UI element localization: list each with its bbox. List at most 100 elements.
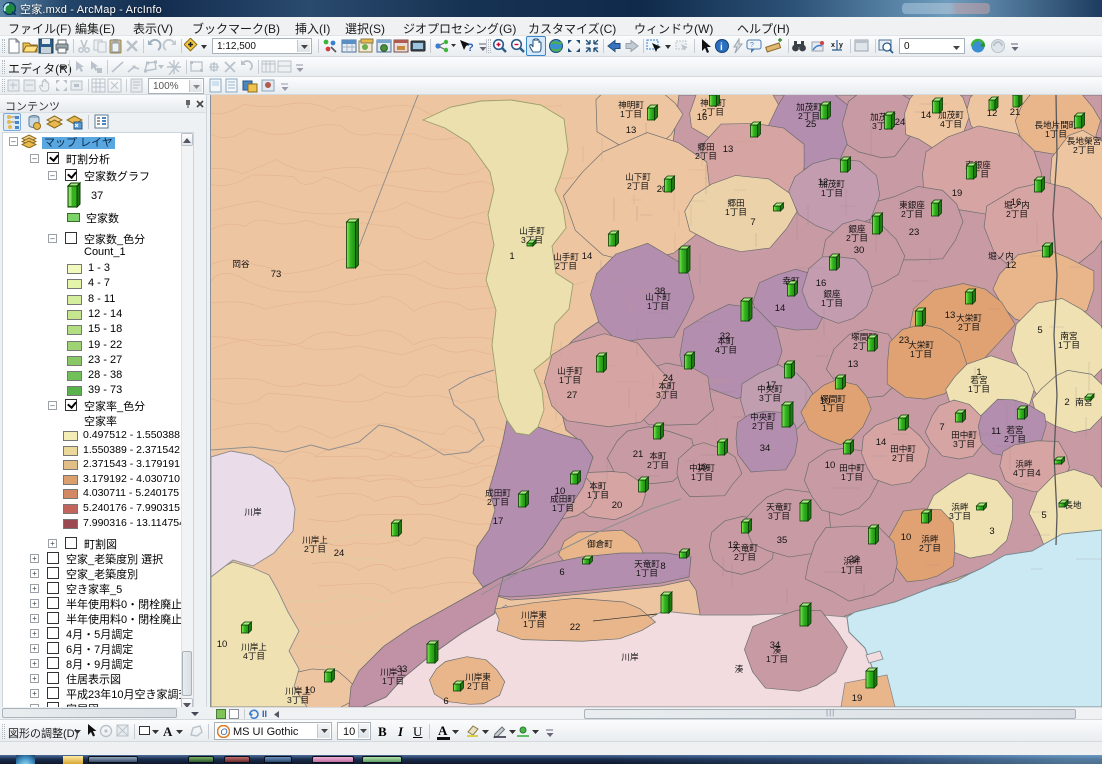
svg-text:32: 32 — [720, 331, 731, 342]
svg-text:川岸上2丁目: 川岸上2丁目 — [302, 535, 328, 554]
svg-text:10: 10 — [555, 486, 566, 497]
svg-text:御倉町: 御倉町 — [587, 538, 613, 549]
svg-text:11: 11 — [991, 426, 1001, 437]
svg-text:12: 12 — [728, 540, 739, 551]
svg-text:神明町1丁目: 神明町1丁目 — [618, 99, 644, 119]
svg-text:73: 73 — [271, 269, 282, 280]
svg-text:5: 5 — [1041, 510, 1046, 521]
svg-text:本町2丁目: 本町2丁目 — [647, 450, 669, 470]
svg-text:x: x — [831, 42, 835, 49]
svg-text:14: 14 — [582, 251, 593, 262]
svg-text:浜畔3丁目: 浜畔3丁目 — [949, 501, 971, 521]
svg-text:24: 24 — [895, 117, 906, 128]
svg-text:19: 19 — [852, 693, 863, 704]
svg-text:田中町3丁目: 田中町3丁目 — [951, 429, 977, 449]
svg-text:1: 1 — [509, 251, 514, 262]
svg-text:13: 13 — [723, 144, 734, 155]
svg-text:33: 33 — [397, 664, 408, 675]
svg-text:川岸東2丁目: 川岸東2丁目 — [465, 671, 491, 691]
svg-text:天竜町3丁目: 天竜町3丁目 — [766, 501, 792, 521]
svg-text:中央町2丁目: 中央町2丁目 — [750, 411, 776, 431]
svg-text:浜畔4丁目: 浜畔4丁目 — [1013, 458, 1035, 478]
svg-text:24: 24 — [334, 548, 345, 559]
svg-text:10: 10 — [901, 532, 912, 543]
svg-text:17: 17 — [766, 380, 777, 391]
svg-text:10: 10 — [825, 460, 836, 471]
svg-text:浜畔2丁目: 浜畔2丁目 — [919, 533, 941, 553]
svg-text:19: 19 — [952, 188, 963, 199]
svg-text:東銀座2丁目: 東銀座2丁目 — [899, 199, 925, 219]
svg-text:大栄町2丁目: 大栄町2丁目 — [956, 312, 982, 332]
svg-text:34: 34 — [770, 640, 781, 651]
svg-text:山手町1丁目: 山手町1丁目 — [557, 365, 583, 385]
svg-text:23: 23 — [909, 227, 920, 238]
svg-text:i: i — [720, 42, 723, 53]
svg-text:23: 23 — [899, 335, 910, 346]
svg-text:25: 25 — [806, 119, 817, 130]
svg-text:?: ? — [750, 42, 754, 49]
svg-text:24: 24 — [663, 373, 674, 384]
svg-text:6: 6 — [443, 696, 448, 707]
svg-text:35: 35 — [777, 535, 788, 546]
svg-text:7: 7 — [939, 422, 944, 433]
svg-text:y: y — [839, 42, 843, 49]
svg-text:山手町2丁目: 山手町2丁目 — [553, 251, 579, 271]
svg-text:16: 16 — [697, 112, 708, 123]
svg-text:5: 5 — [1037, 325, 1042, 336]
svg-text:7: 7 — [750, 217, 755, 228]
svg-text:8: 8 — [660, 561, 665, 572]
svg-text:12: 12 — [818, 177, 829, 188]
svg-text:30: 30 — [854, 245, 865, 256]
svg-text:郷田1丁目: 郷田1丁目 — [725, 198, 747, 217]
svg-text:1: 1 — [976, 367, 981, 378]
svg-text:岡谷: 岡谷 — [232, 259, 250, 269]
svg-text:21: 21 — [633, 449, 644, 460]
svg-text:O: O — [221, 727, 228, 737]
svg-text:38: 38 — [655, 286, 666, 297]
svg-text:3: 3 — [989, 526, 994, 537]
svg-text:13: 13 — [626, 125, 637, 136]
svg-text:14: 14 — [921, 110, 932, 121]
svg-text:川岸: 川岸 — [244, 507, 262, 517]
svg-text:10: 10 — [305, 685, 316, 696]
svg-text:湊: 湊 — [735, 663, 744, 674]
svg-text:成田町2丁目: 成田町2丁目 — [485, 487, 511, 507]
svg-text:銀座2丁目: 銀座2丁目 — [846, 223, 868, 243]
svg-text:12: 12 — [1006, 260, 1017, 271]
svg-text:13: 13 — [945, 310, 956, 321]
svg-text:13: 13 — [848, 359, 859, 370]
svg-text:加茂町4丁目: 加茂町4丁目 — [938, 109, 964, 129]
svg-text:10: 10 — [217, 639, 228, 650]
svg-text:銀座1丁目: 銀座1丁目 — [821, 288, 843, 308]
svg-text:天竜町1丁目: 天竜町1丁目 — [634, 558, 660, 578]
svg-text:10: 10 — [820, 396, 831, 407]
svg-text:22: 22 — [849, 554, 860, 565]
svg-text:本町1丁目: 本町1丁目 — [587, 480, 609, 500]
svg-text:21: 21 — [1010, 107, 1021, 118]
svg-text:加茂町2丁目: 加茂町2丁目 — [796, 101, 822, 121]
svg-text:17: 17 — [493, 516, 504, 527]
svg-text:34: 34 — [760, 443, 771, 454]
svg-text:20: 20 — [612, 500, 623, 511]
svg-text:22: 22 — [570, 622, 581, 633]
svg-text:14: 14 — [775, 303, 786, 314]
svg-text:4: 4 — [1035, 468, 1040, 479]
svg-text:南宮1丁目: 南宮1丁目 — [1058, 330, 1080, 350]
svg-text:山下町2丁目: 山下町2丁目 — [625, 172, 651, 191]
svg-text:郷田2丁目: 郷田2丁目 — [695, 142, 717, 161]
svg-text:川岸東1丁目: 川岸東1丁目 — [521, 609, 547, 629]
svg-text:川岸上4丁目: 川岸上4丁目 — [241, 642, 267, 661]
svg-text:16: 16 — [1011, 197, 1022, 208]
svg-text:2: 2 — [1064, 397, 1069, 408]
svg-text:27: 27 — [567, 390, 578, 401]
svg-text:田中町2丁目: 田中町2丁目 — [890, 443, 916, 463]
svg-text:?: ? — [467, 42, 474, 54]
svg-text:14: 14 — [876, 437, 887, 448]
svg-text:田中町1丁目: 田中町1丁目 — [839, 462, 865, 482]
svg-text:6: 6 — [559, 567, 564, 578]
svg-text:若宮2丁目: 若宮2丁目 — [1004, 424, 1026, 444]
svg-text:19: 19 — [697, 462, 708, 473]
svg-text:川岸: 川岸 — [621, 652, 639, 662]
svg-text:16: 16 — [816, 278, 827, 289]
svg-text:大栄町1丁目: 大栄町1丁目 — [908, 339, 934, 359]
